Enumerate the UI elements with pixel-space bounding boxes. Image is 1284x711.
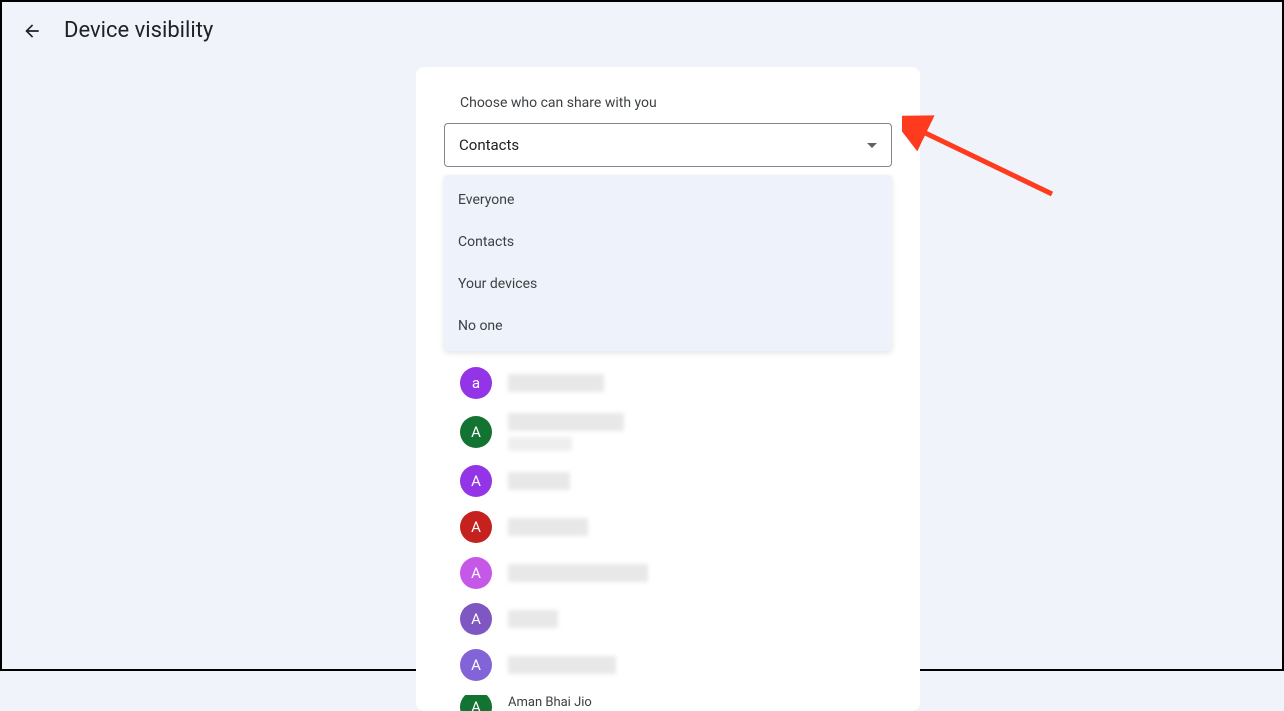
contact-row[interactable]: A: [460, 557, 876, 589]
avatar: A: [460, 603, 492, 635]
contact-row[interactable]: A: [460, 413, 876, 451]
contact-row[interactable]: A: [460, 603, 876, 635]
avatar: A: [460, 511, 492, 543]
contact-name-redacted: [508, 656, 616, 674]
contact-name-redacted: [508, 413, 624, 451]
contact-row[interactable]: A: [460, 465, 876, 497]
dropdown-option-no-one[interactable]: No one: [444, 305, 892, 347]
visibility-select[interactable]: Contacts: [444, 123, 892, 167]
contact-name: Aman Bhai Jio: [508, 695, 592, 710]
annotation-arrow: [902, 114, 1062, 208]
dropdown-option-your-devices[interactable]: Your devices: [444, 263, 892, 305]
page-title: Device visibility: [64, 18, 213, 43]
contact-name-redacted: [508, 518, 588, 536]
dropdown-option-everyone[interactable]: Everyone: [444, 179, 892, 221]
contact-row[interactable]: a: [460, 367, 876, 399]
avatar: A: [460, 649, 492, 681]
contact-row[interactable]: A: [460, 649, 876, 681]
settings-card: Choose who can share with you Contacts E…: [416, 67, 920, 711]
contact-name-redacted: [508, 564, 648, 582]
contact-row-partial[interactable]: A Aman Bhai Jio: [416, 695, 920, 711]
avatar: a: [460, 367, 492, 399]
visibility-dropdown-menu: Everyone Contacts Your devices No one: [444, 175, 892, 351]
contact-list: aAAAAAA: [416, 351, 920, 681]
contact-name-redacted: [508, 610, 558, 628]
back-icon[interactable]: [20, 19, 44, 43]
dropdown-option-contacts[interactable]: Contacts: [444, 221, 892, 263]
contact-name-redacted: [508, 472, 570, 490]
avatar: A: [460, 557, 492, 589]
contact-name-redacted: [508, 374, 604, 392]
contact-row[interactable]: A: [460, 511, 876, 543]
share-label: Choose who can share with you: [416, 95, 920, 123]
chevron-down-icon: [867, 143, 877, 148]
header: Device visibility: [2, 2, 1282, 59]
avatar: A: [460, 465, 492, 497]
avatar: A: [460, 416, 492, 448]
avatar: A: [460, 695, 492, 711]
visibility-select-value: Contacts: [459, 136, 519, 154]
